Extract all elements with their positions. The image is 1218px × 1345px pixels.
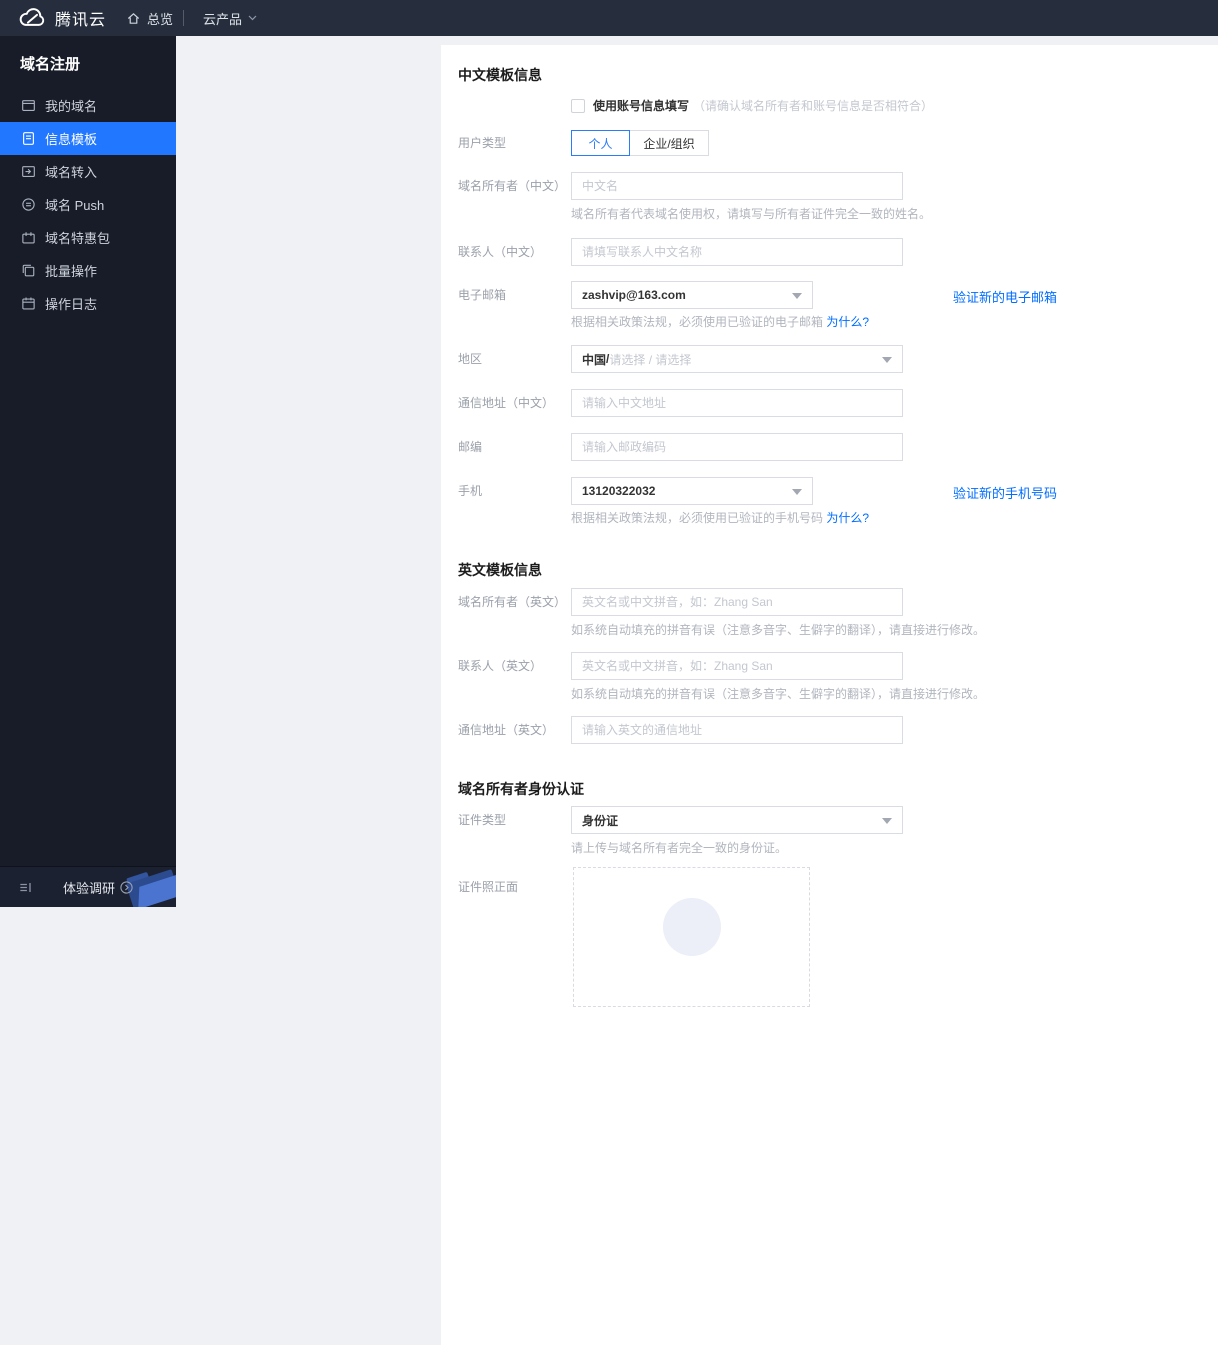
collapse-sidebar-icon[interactable] xyxy=(18,880,33,895)
cert-type-label: 证件类型 xyxy=(458,806,570,834)
browser-window-icon xyxy=(20,98,36,114)
contact-cn-input[interactable] xyxy=(571,238,903,266)
address-en-input[interactable] xyxy=(571,716,903,744)
phone-help: 根据相关政策法规，必须使用已验证的手机号码 为什么? xyxy=(571,509,869,526)
contact-en-label: 联系人（英文） xyxy=(458,652,570,680)
cert-type-select[interactable]: 身份证 xyxy=(571,806,903,834)
verify-new-phone-link[interactable]: 验证新的手机号码 xyxy=(953,483,1057,502)
email-help: 根据相关政策法规，必须使用已验证的电子邮箱 为什么? xyxy=(571,313,869,330)
postcode-label: 邮编 xyxy=(458,433,570,461)
nav-products-label: 云产品 xyxy=(203,9,242,28)
section-title-en: 英文模板信息 xyxy=(458,560,542,580)
phone-select[interactable]: 13120322032 xyxy=(571,477,813,505)
select-caret-icon xyxy=(792,293,802,299)
sidebar-item-label: 我的域名 xyxy=(45,96,97,115)
sidebar-item-label: 批量操作 xyxy=(45,261,97,280)
phone-why-link[interactable]: 为什么? xyxy=(826,511,869,525)
sidebar-footer: 体验调研 xyxy=(0,866,176,907)
email-label: 电子邮箱 xyxy=(458,281,570,309)
cert-type-help: 请上传与域名所有者完全一致的身份证。 xyxy=(571,839,787,856)
contact-en-input[interactable] xyxy=(571,652,903,680)
owner-en-input[interactable] xyxy=(571,588,903,616)
owner-en-help: 如系统自动填充的拼音有误（注意多音字、生僻字的翻译），请直接进行修改。 xyxy=(571,621,985,638)
phone-label: 手机 xyxy=(458,477,570,505)
phone-help-text: 根据相关政策法规，必须使用已验证的手机号码 xyxy=(571,511,823,525)
sidebar-item-label: 域名特惠包 xyxy=(45,228,110,247)
select-caret-icon xyxy=(882,818,892,824)
tencent-cloud-logo-icon xyxy=(16,7,48,29)
postcode-input[interactable] xyxy=(571,433,903,461)
email-help-text: 根据相关政策法规，必须使用已验证的电子邮箱 xyxy=(571,315,823,329)
sidebar-item-label: 信息模板 xyxy=(45,129,97,148)
transfer-in-icon xyxy=(20,164,36,180)
user-type-switch: 个人 企业/组织 xyxy=(571,130,709,156)
region-selected-value: 中国 xyxy=(582,351,606,368)
content-area: 中文模板信息 使用账号信息填写 （请确认域名所有者和账号信息是否相符合） 用户类… xyxy=(176,36,1218,907)
topbar: 腾讯云 总览 云产品 xyxy=(0,0,1218,36)
sidebar-item-my-domains[interactable]: 我的域名 xyxy=(0,89,176,122)
owner-cn-input[interactable] xyxy=(571,172,903,200)
nav-overview[interactable]: 总览 xyxy=(126,0,173,36)
contact-cn-label: 联系人（中文） xyxy=(458,238,570,266)
section-title-identity: 域名所有者身份认证 xyxy=(458,779,584,799)
circle-arrow-icon xyxy=(120,881,133,894)
sidebar-title: 域名注册 xyxy=(0,36,176,89)
address-en-label: 通信地址（英文） xyxy=(458,716,570,744)
user-type-personal-button[interactable]: 个人 xyxy=(571,130,630,156)
sidebar-item-operation-log[interactable]: 操作日志 xyxy=(0,287,176,320)
sidebar-item-domain-transfer[interactable]: 域名转入 xyxy=(0,155,176,188)
use-account-row: 使用账号信息填写 （请确认域名所有者和账号信息是否相符合） xyxy=(571,97,933,114)
owner-cn-label: 域名所有者（中文） xyxy=(458,172,570,200)
select-caret-icon xyxy=(792,489,802,495)
layers-icon xyxy=(20,263,36,279)
contact-en-help: 如系统自动填充的拼音有误（注意多音字、生僻字的翻译），请直接进行修改。 xyxy=(571,685,985,702)
nav-cloud-products[interactable]: 云产品 xyxy=(203,0,257,36)
cert-type-selected-value: 身份证 xyxy=(582,812,618,829)
cert-front-upload-area[interactable] xyxy=(573,867,810,1007)
calendar-log-icon xyxy=(20,296,36,312)
email-selected-value: zashvip@163.com xyxy=(582,288,686,302)
push-circle-icon xyxy=(20,197,36,213)
cert-front-label: 证件照正面 xyxy=(458,873,570,901)
sidebar-item-label: 域名转入 xyxy=(45,162,97,181)
region-cascader[interactable]: 中国 / 请选择 / 请选择 xyxy=(571,345,903,373)
address-cn-label: 通信地址（中文） xyxy=(458,389,570,417)
verify-new-email-link[interactable]: 验证新的电子邮箱 xyxy=(953,287,1057,306)
email-select[interactable]: zashvip@163.com xyxy=(571,281,813,309)
use-account-checkbox[interactable] xyxy=(571,99,585,113)
email-why-link[interactable]: 为什么? xyxy=(826,315,869,329)
user-type-label: 用户类型 xyxy=(458,129,570,157)
topbar-divider xyxy=(183,10,184,26)
nav-overview-label: 总览 xyxy=(147,9,173,28)
use-account-note: （请确认域名所有者和账号信息是否相符合） xyxy=(693,97,933,114)
gift-package-icon xyxy=(20,230,36,246)
survey-label: 体验调研 xyxy=(63,878,115,897)
brand-name: 腾讯云 xyxy=(55,6,106,30)
region-label: 地区 xyxy=(458,345,570,373)
survey-entry[interactable]: 体验调研 xyxy=(63,878,133,897)
user-type-org-button[interactable]: 企业/组织 xyxy=(629,130,709,156)
form-card: 中文模板信息 使用账号信息填写 （请确认域名所有者和账号信息是否相符合） 用户类… xyxy=(441,45,1218,1345)
region-placeholder: 请选择 / 请选择 xyxy=(609,351,691,368)
use-account-label: 使用账号信息填写 xyxy=(593,97,689,114)
owner-cn-help: 域名所有者代表域名使用权，请填写与所有者证件完全一致的姓名。 xyxy=(571,205,931,222)
sidebar-item-domain-push[interactable]: 域名 Push xyxy=(0,188,176,221)
sidebar-item-label: 域名 Push xyxy=(45,195,104,214)
address-cn-input[interactable] xyxy=(571,389,903,417)
section-title-cn: 中文模板信息 xyxy=(458,65,542,85)
phone-selected-value: 13120322032 xyxy=(582,484,655,498)
sidebar-item-batch-operations[interactable]: 批量操作 xyxy=(0,254,176,287)
sidebar-item-domain-deals[interactable]: 域名特惠包 xyxy=(0,221,176,254)
sidebar-item-info-template[interactable]: 信息模板 xyxy=(0,122,176,155)
owner-en-label: 域名所有者（英文） xyxy=(458,588,570,616)
home-icon xyxy=(126,11,141,26)
chevron-down-icon xyxy=(248,15,257,21)
select-caret-icon xyxy=(882,357,892,363)
document-icon xyxy=(20,131,36,147)
sidebar: 域名注册 我的域名 信息模板 域名转入 域名 Push 域名特惠包 批 xyxy=(0,36,176,907)
sidebar-item-label: 操作日志 xyxy=(45,294,97,313)
brand[interactable]: 腾讯云 xyxy=(16,0,106,36)
